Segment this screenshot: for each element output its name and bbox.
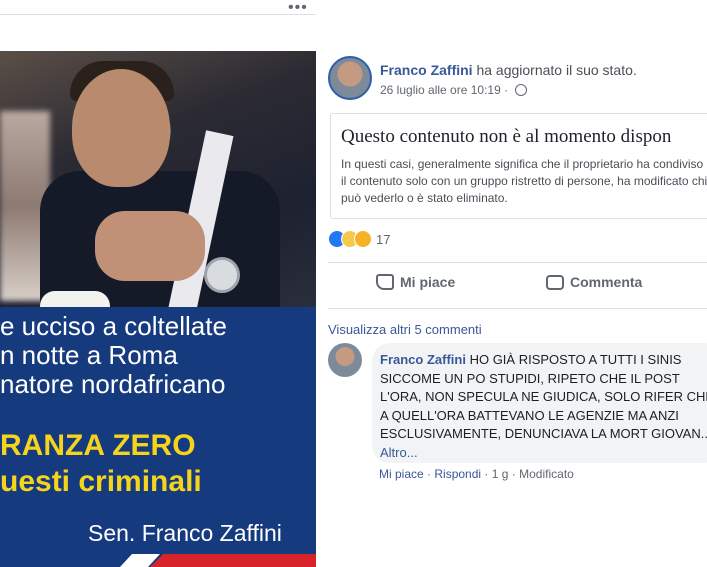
photo-watch xyxy=(204,257,240,293)
status-post: Franco Zaffini ha aggiornato il suo stat… xyxy=(316,0,707,567)
comment-button-label: Commenta xyxy=(570,274,643,290)
unavailable-description: In questi casi, generalmente significa c… xyxy=(341,157,707,205)
photo-flowers xyxy=(40,291,110,307)
more-options-icon[interactable]: ••• xyxy=(288,0,308,17)
see-more-link[interactable]: Altro... xyxy=(380,445,418,460)
globe-icon[interactable] xyxy=(515,84,528,96)
haha-icon xyxy=(354,230,372,248)
previous-post-edge: ••• xyxy=(0,0,316,17)
comment-bubble: Franco Zaffini HO GIÀ RISPOSTO A TUTTI I… xyxy=(372,343,707,463)
reaction-count: 17 xyxy=(376,232,391,247)
comment-body: Franco Zaffini HO GIÀ RISPOSTO A TUTTI I… xyxy=(380,351,707,462)
post-photo[interactable] xyxy=(0,51,316,307)
post-timestamp[interactable]: 26 luglio alle ore 10:19 · xyxy=(380,83,508,97)
like-button-label: Mi piace xyxy=(400,274,456,290)
comment-author-link[interactable]: Franco Zaffini xyxy=(380,352,466,367)
comment-actions: Mi piace · Rispondi · 1 g · Modificato xyxy=(379,467,574,481)
comment-reply-link[interactable]: Rispondi xyxy=(434,467,481,481)
banner-yellow-line-1: RANZA ZERO xyxy=(0,429,196,462)
image-caption-banner: e ucciso a coltellate n notte a Roma nat… xyxy=(0,307,316,567)
banner-line-2: n notte a Roma xyxy=(0,340,178,370)
comment-button[interactable]: Commenta xyxy=(546,274,642,290)
banner-signature: Sen. Franco Zaffini xyxy=(88,520,282,546)
comment-icon xyxy=(546,275,564,290)
post-date: 26 luglio alle ore 10:19 · xyxy=(380,83,528,97)
divider-top xyxy=(328,262,707,263)
comment-time[interactable]: 1 g xyxy=(492,467,509,481)
banner-line-1: e ucciso a coltellate xyxy=(0,311,227,341)
banner-yellow-line-2: uesti criminali xyxy=(0,465,202,498)
author-name-link[interactable]: Franco Zaffini xyxy=(380,62,473,78)
unavailable-title: Questo contenuto non è al momento dispon xyxy=(341,126,672,147)
banner-line-3: natore nordafricano xyxy=(0,369,226,399)
divider-bottom xyxy=(328,308,707,309)
unavailable-content-box: Questo contenuto non è al momento dispon… xyxy=(330,113,707,219)
thumbs-up-icon xyxy=(376,274,394,290)
comment-like-link[interactable]: Mi piace xyxy=(379,467,424,481)
author-avatar[interactable] xyxy=(328,56,372,100)
view-more-comments-link[interactable]: Visualizza altri 5 commenti xyxy=(328,322,482,337)
commenter-avatar[interactable] xyxy=(328,343,362,377)
author-line: Franco Zaffini ha aggiornato il suo stat… xyxy=(380,62,637,78)
photo-face xyxy=(72,69,170,187)
like-button[interactable]: Mi piace xyxy=(376,274,455,290)
shared-image-post: ••• e ucciso a coltellate n notte a Roma… xyxy=(0,0,316,567)
comment-edited-label: Modificato xyxy=(519,467,574,481)
banner-red-stripe xyxy=(150,554,316,567)
post-action-text: ha aggiornato il suo stato. xyxy=(476,62,637,78)
photo-hand xyxy=(95,211,205,281)
